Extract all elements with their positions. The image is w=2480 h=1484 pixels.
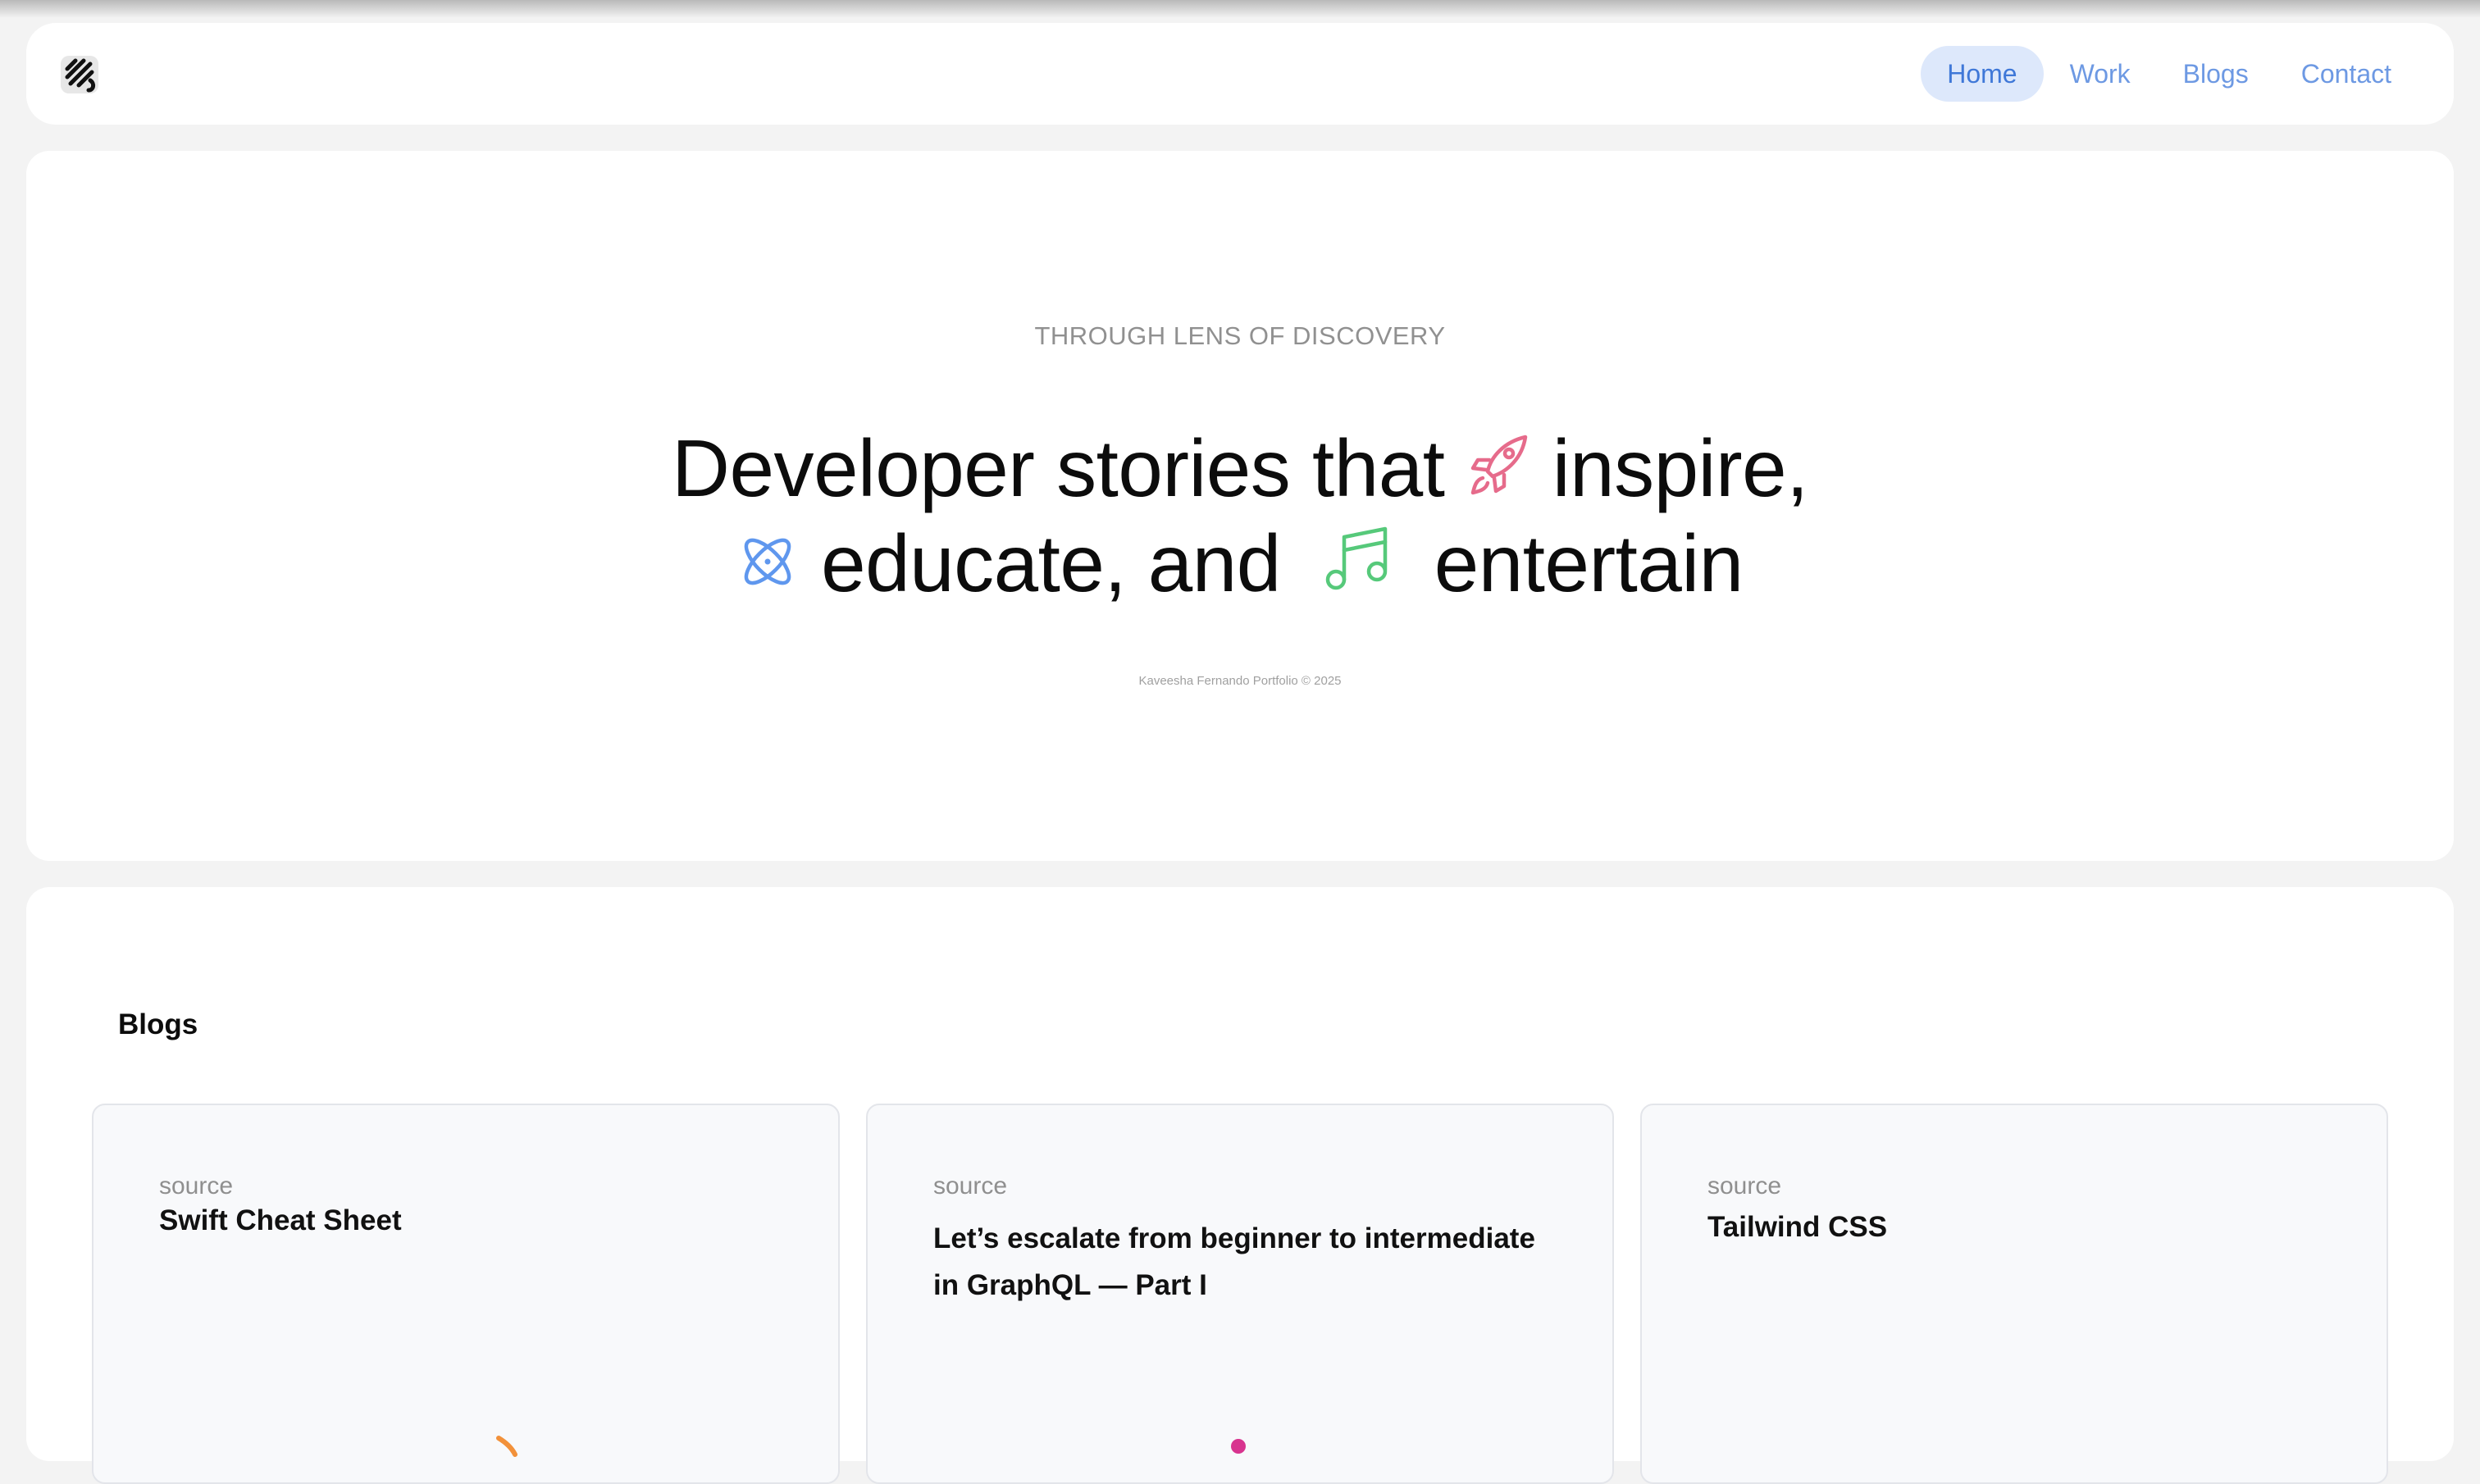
nav-contact[interactable]: Contact — [2275, 46, 2418, 102]
blog-card-tailwind[interactable]: source Tailwind CSS — [1640, 1104, 2388, 1484]
nav-blogs[interactable]: Blogs — [2157, 46, 2275, 102]
atom-icon — [736, 518, 799, 612]
blog-card-source[interactable]: source — [933, 1172, 1007, 1200]
swift-logo-icon — [495, 1433, 520, 1462]
main-nav: Home Work Blogs Contact — [1921, 46, 2418, 102]
blog-card-title[interactable]: Tailwind CSS — [1707, 1204, 2331, 1250]
headline-text-1a: Developer stories that — [672, 423, 1445, 513]
blog-card-source[interactable]: source — [1707, 1172, 1781, 1200]
top-navbar: Home Work Blogs Contact — [26, 23, 2454, 125]
headline-text-2a: educate, and — [821, 518, 1281, 608]
blog-card-source[interactable]: source — [159, 1172, 233, 1200]
blogs-heading: Blogs — [118, 1008, 198, 1040]
hero-section: THROUGH LENS OF DISCOVERY Developer stor… — [26, 151, 2454, 861]
hero-eyebrow: THROUGH LENS OF DISCOVERY — [1034, 321, 1446, 350]
headline-text-1b: inspire, — [1552, 423, 1808, 513]
blogs-section: Blogs source Swift Cheat Sheet source Le… — [26, 887, 2454, 1484]
headline-line-2: educate, and entertain — [26, 517, 2454, 612]
blog-card-swift[interactable]: source Swift Cheat Sheet — [92, 1104, 840, 1484]
logo-icon[interactable] — [57, 52, 102, 97]
graphql-logo-icon — [1229, 1436, 1248, 1460]
blog-card-title[interactable]: Let’s escalate from beginner to intermed… — [933, 1215, 1557, 1309]
blog-card-title[interactable]: Swift Cheat Sheet — [159, 1197, 782, 1244]
blog-card-graphql[interactable]: source Let’s escalate from beginner to i… — [866, 1104, 1614, 1484]
headline-text-2b: entertain — [1434, 518, 1744, 608]
nav-work[interactable]: Work — [2044, 46, 2157, 102]
music-note-icon — [1324, 518, 1390, 612]
hero-headline: Developer stories that inspire, educate,… — [26, 421, 2454, 612]
headline-line-1: Developer stories that inspire, — [26, 421, 2454, 517]
browser-top-shadow — [0, 0, 2480, 18]
rocket-icon — [1466, 423, 1530, 517]
nav-home[interactable]: Home — [1921, 46, 2044, 102]
hero-copyright: Kaveesha Fernando Portfolio © 2025 — [1138, 674, 1342, 688]
